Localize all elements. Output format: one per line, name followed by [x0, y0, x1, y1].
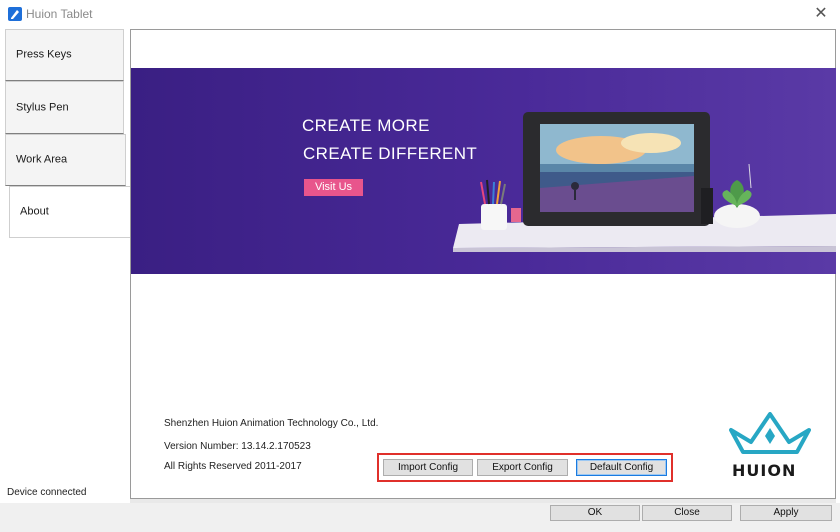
ok-button[interactable]: OK	[550, 505, 640, 521]
default-config-button[interactable]: Default Config	[576, 459, 667, 476]
tab-stylus-pen[interactable]: Stylus Pen	[5, 81, 124, 134]
title-bar: Huion Tablet ✕	[0, 0, 840, 28]
tab-work-area[interactable]: Work Area	[5, 134, 126, 186]
tab-about[interactable]: About	[9, 186, 130, 238]
tab-press-keys[interactable]: Press Keys	[5, 29, 124, 81]
window-title: Huion Tablet	[26, 7, 93, 21]
close-window-icon[interactable]: ✕	[810, 3, 832, 25]
tab-label: About	[20, 205, 49, 218]
export-config-button[interactable]: Export Config	[477, 459, 568, 476]
huion-logo-text: HUION	[732, 461, 797, 480]
promo-banner: CREATE MORE CREATE DIFFERENT Visit Us	[131, 68, 836, 274]
tab-label: Stylus Pen	[16, 101, 69, 113]
huion-app-icon	[8, 7, 22, 21]
device-status: Device connected	[7, 487, 87, 498]
company-name: Shenzhen Huion Animation Technology Co.,…	[164, 418, 379, 429]
pen-display-illustration	[453, 112, 836, 252]
close-button[interactable]: Close	[642, 505, 732, 521]
huion-crown-logo-icon	[729, 412, 811, 454]
tab-label: Press Keys	[16, 48, 72, 61]
version-number: Version Number: 13.14.2.170523	[164, 441, 311, 452]
apply-button[interactable]: Apply	[740, 505, 832, 521]
import-config-button[interactable]: Import Config	[383, 459, 473, 476]
tab-label: Work Area	[16, 153, 68, 166]
copyright-text: All Rights Reserved 2011-2017	[164, 461, 302, 472]
